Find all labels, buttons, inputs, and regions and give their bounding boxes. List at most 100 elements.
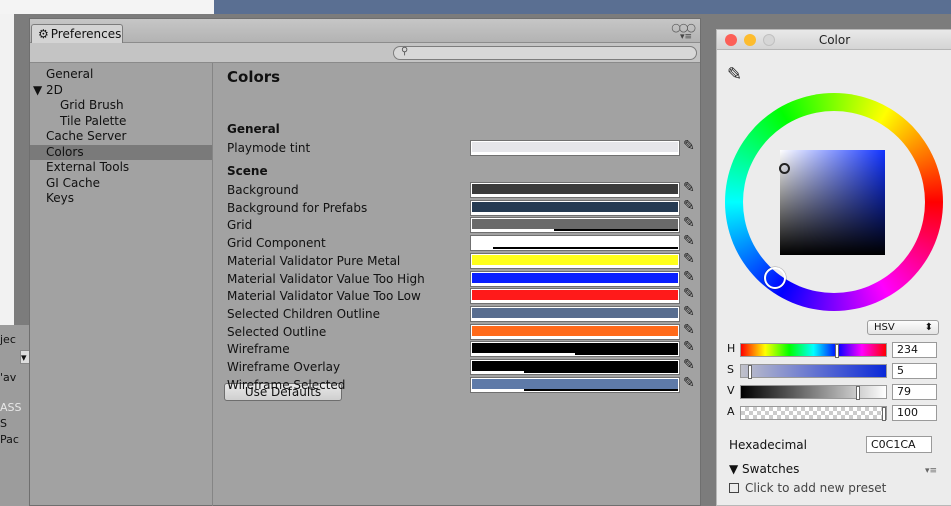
color-swatch-field[interactable]	[470, 235, 680, 252]
slider-row-a: A 100	[727, 404, 942, 422]
section-general-heading: General	[227, 122, 280, 136]
alpha-bar-fill	[472, 388, 524, 391]
slider-value-input[interactable]: 100	[892, 405, 937, 421]
section-scene-heading: Scene	[227, 164, 268, 178]
slider-value-input[interactable]: 79	[892, 384, 937, 400]
color-picker-titlebar: Color	[717, 30, 951, 50]
sidebar-item-gi-cache[interactable]: GI Cache	[30, 176, 212, 192]
color-mode-select[interactable]: HSV ⬍	[867, 320, 939, 335]
color-setting-label: Material Validator Pure Metal	[227, 253, 401, 268]
eyedropper-icon[interactable]: ✎	[683, 138, 695, 154]
alpha-bar-fill	[472, 152, 678, 154]
slider-value-input[interactable]: 5	[892, 363, 937, 379]
sidebar-item-cache-server[interactable]: Cache Server	[30, 129, 212, 145]
sidebar-item-tile-palette[interactable]: Tile Palette	[30, 114, 212, 130]
slider-label: V	[727, 384, 735, 397]
alpha-bar-fill	[472, 211, 678, 214]
background-label: 'av	[0, 371, 17, 384]
sidebar-item-colors[interactable]: Colors	[30, 144, 212, 160]
slider-value-input[interactable]: 234	[892, 342, 937, 358]
sv-picker-handle[interactable]	[779, 163, 790, 174]
window-menu-icon[interactable]: ▾≡	[680, 32, 692, 42]
eyedropper-icon[interactable]: ✎	[683, 339, 695, 355]
sidebar-item-general[interactable]: General	[30, 67, 212, 83]
color-swatch-fill	[472, 361, 678, 371]
color-swatch-field[interactable]	[470, 341, 680, 358]
eyedropper-icon[interactable]: ✎	[683, 233, 695, 249]
editor-toolbar-strip	[214, 0, 951, 14]
slider-handle[interactable]	[855, 386, 860, 400]
channel-slider[interactable]	[740, 385, 887, 400]
hex-input[interactable]: C0C1CA	[866, 436, 932, 453]
color-swatch-field[interactable]	[470, 217, 680, 234]
eyedropper-icon[interactable]: ✎	[683, 304, 695, 320]
minimize-icon[interactable]	[744, 34, 756, 46]
sidebar-item-grid-brush[interactable]: Grid Brush	[30, 98, 212, 114]
preset-label: Click to add new preset	[745, 481, 887, 495]
color-swatch-field[interactable]	[470, 140, 680, 156]
color-swatch-field[interactable]	[470, 270, 680, 287]
preferences-sidebar: General ▼ 2D Grid Brush Tile Palette Cache S…	[30, 63, 213, 506]
slider-handle[interactable]	[835, 344, 840, 358]
alpha-bar-fill	[472, 247, 493, 250]
eyedropper-icon[interactable]: ✎	[683, 322, 695, 338]
close-icon[interactable]	[725, 34, 737, 46]
eyedropper-icon[interactable]: ✎	[683, 375, 695, 391]
channel-slider[interactable]	[740, 364, 887, 379]
slider-row-s: S5	[727, 362, 942, 380]
saturation-value-square[interactable]	[780, 150, 885, 255]
color-setting-label: Material Validator Value Too High	[227, 271, 425, 286]
hue-picker-handle[interactable]	[764, 267, 786, 289]
sidebar-item-keys[interactable]: Keys	[30, 191, 212, 207]
search-input[interactable]: ⚲	[393, 46, 697, 60]
zoom-icon[interactable]	[763, 34, 775, 46]
color-swatch-fill	[472, 325, 678, 336]
page-title: Colors	[227, 68, 281, 86]
swatches-menu-icon[interactable]: ▾≡	[925, 466, 937, 476]
color-swatch-fill	[472, 343, 678, 354]
colors-panel: Colors General Scene Use Defaults Playmo…	[214, 63, 700, 506]
color-swatch-field[interactable]	[470, 182, 680, 198]
eyedropper-icon[interactable]: ✎	[683, 357, 695, 373]
sidebar-item-external-tools[interactable]: External Tools	[30, 160, 212, 176]
background-panel: jec ▾ 'av ASS S Pac	[0, 325, 32, 506]
color-swatch-field[interactable]	[470, 376, 680, 393]
color-swatch-fill	[472, 378, 678, 389]
slider-row-h: H 234	[727, 341, 942, 359]
color-swatch-field[interactable]	[470, 252, 680, 269]
color-picker-window: Color ✎ HSV ⬍ H 234 S 5 V 79 A 100 Hexadecimal C…	[716, 29, 951, 506]
eyedropper-icon[interactable]: ✎	[683, 215, 695, 231]
color-swatch-field[interactable]	[470, 359, 680, 375]
alpha-bar-fill	[472, 300, 678, 303]
channel-slider[interactable]	[740, 406, 887, 421]
preferences-tab[interactable]: ⚙ Preferences	[31, 24, 123, 43]
color-swatch-field[interactable]	[470, 288, 680, 305]
swatches-toggle[interactable]: ▼ Swatches	[729, 462, 799, 476]
eyedropper-icon[interactable]: ✎	[727, 64, 742, 85]
slider-handle[interactable]	[882, 407, 886, 421]
alpha-bar-fill	[472, 335, 678, 338]
slider-label: A	[727, 405, 735, 418]
color-swatch-fill	[472, 272, 678, 283]
eyedropper-icon[interactable]: ✎	[683, 180, 695, 196]
scene-view-top	[0, 0, 951, 14]
color-swatch-field[interactable]	[470, 199, 680, 216]
alpha-bar-fill	[472, 229, 555, 232]
color-swatch-field[interactable]	[470, 323, 680, 340]
color-swatch-fill	[472, 237, 678, 248]
color-setting-label: Material Validator Value Too Low	[227, 289, 421, 304]
eyedropper-icon[interactable]: ✎	[683, 269, 695, 285]
sidebar-item-2d[interactable]: ▼ 2D	[30, 83, 212, 99]
preset-icon	[729, 483, 739, 493]
eyedropper-icon[interactable]: ✎	[683, 198, 695, 214]
add-preset-button[interactable]: Click to add new preset	[729, 481, 886, 495]
eyedropper-icon[interactable]: ✎	[683, 251, 695, 267]
channel-slider[interactable]	[740, 343, 887, 358]
slider-handle[interactable]	[748, 365, 753, 379]
preferences-window: ⚙ Preferences ○○○ ▾≡ ⚲ General ▼ 2D Grid Br…	[29, 18, 701, 506]
color-mode-value: HSV	[874, 322, 895, 333]
alpha-bar-fill	[472, 353, 575, 356]
color-swatch-field[interactable]	[470, 305, 680, 322]
eyedropper-icon[interactable]: ✎	[683, 286, 695, 302]
color-picker-title: Color	[818, 33, 851, 47]
